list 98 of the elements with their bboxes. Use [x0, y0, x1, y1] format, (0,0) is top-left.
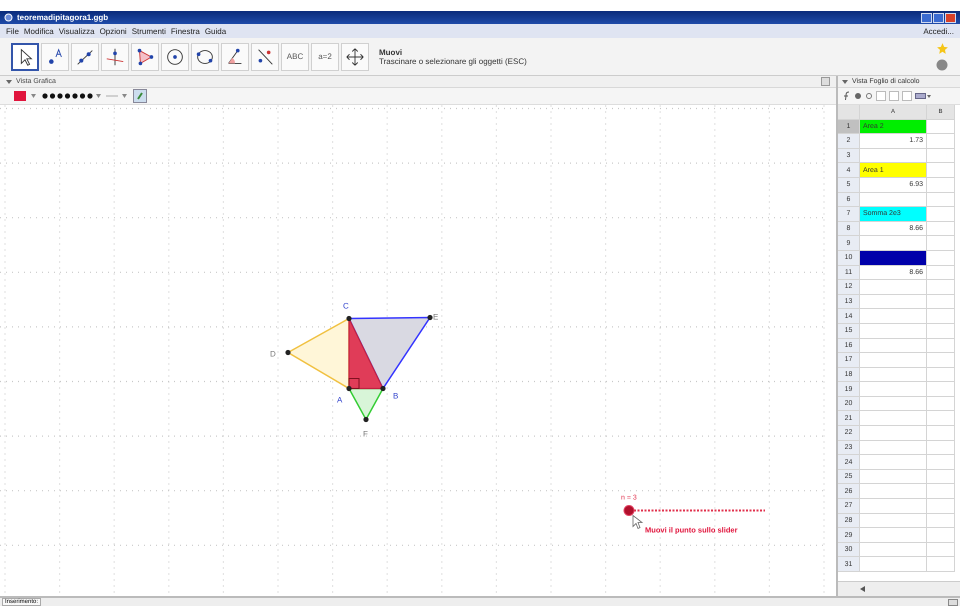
border-icon[interactable]: [915, 92, 931, 100]
close-icon[interactable]: [945, 12, 956, 22]
collapse-icon[interactable]: [6, 78, 12, 84]
corner-cell[interactable]: [838, 105, 860, 120]
menu-item[interactable]: Finestra: [170, 26, 200, 36]
table-cell: [860, 455, 927, 470]
color-swatch[interactable]: [14, 91, 26, 101]
table-cell: [860, 542, 927, 558]
table-cell: [860, 470, 927, 484]
table-cell: [927, 499, 955, 514]
point[interactable]: [346, 316, 352, 322]
table-cell: [927, 192, 955, 208]
table-cell: [927, 426, 955, 441]
table-cell: [927, 396, 955, 412]
dropdown-arrow-icon[interactable]: [31, 94, 36, 98]
table-cell: [927, 280, 955, 295]
table-cell: [927, 120, 955, 134]
tool-description: Trascinare o selezionare gli oggetti (ESC): [379, 56, 528, 66]
move-arrows-icon: [344, 46, 366, 68]
table-cell: [860, 294, 927, 310]
tool-button[interactable]: ABC: [281, 42, 309, 70]
collapse-icon[interactable]: [842, 78, 848, 84]
point[interactable]: [363, 416, 369, 422]
table-cell: [860, 338, 927, 354]
menu-item[interactable]: Visualizza: [58, 26, 95, 36]
table-cell: [927, 309, 955, 324]
table-cell: [927, 528, 955, 543]
right-angle-mark: [348, 378, 360, 389]
menu-item[interactable]: Opzioni: [100, 26, 127, 36]
label-style-icon[interactable]: [106, 93, 128, 99]
table-cell: [860, 324, 927, 338]
tool-button[interactable]: [11, 42, 39, 70]
table-cell: [927, 134, 955, 149]
table-cell: [927, 338, 955, 354]
point[interactable]: [346, 386, 352, 392]
table-cell: [927, 557, 955, 572]
table-cell: [927, 250, 955, 266]
point-label: B: [393, 392, 398, 400]
cursor-icon: [632, 514, 644, 530]
table-cell: [860, 514, 927, 528]
menu-item[interactable]: Guida: [204, 26, 226, 36]
table-cell: [927, 236, 955, 251]
table-cell: [860, 309, 927, 324]
table-cell: [860, 440, 927, 456]
point[interactable]: [285, 350, 291, 356]
window-title: teoremadipitagora1.ggb: [17, 13, 110, 22]
login-link[interactable]: Accedi...: [923, 26, 954, 36]
maximize-icon[interactable]: [933, 12, 944, 22]
menu-item[interactable]: Strumenti: [132, 26, 166, 36]
point-label: C: [343, 302, 349, 310]
table-cell: [860, 557, 927, 572]
table-cell: [927, 542, 955, 558]
slider-handle[interactable]: [624, 505, 634, 516]
table-cell: [927, 484, 955, 500]
menu-item[interactable]: File: [6, 26, 19, 36]
function-icon[interactable]: [842, 91, 851, 101]
table-cell: [927, 163, 955, 178]
table-cell: [860, 382, 927, 397]
table-cell: [860, 280, 927, 295]
table-cell: [927, 266, 955, 280]
table-cell: [927, 411, 955, 426]
menu-item[interactable]: Modifica: [24, 26, 54, 36]
table-cell: [927, 440, 955, 456]
table-cell: [860, 368, 927, 382]
table-cell: [860, 499, 927, 514]
app-icon: [4, 13, 13, 22]
table-cell: [860, 484, 927, 500]
table-cell: [927, 368, 955, 382]
table-cell: [927, 324, 955, 338]
table-cell: [860, 396, 927, 412]
table-cell: [927, 222, 955, 236]
pin-icon[interactable]: [133, 89, 147, 103]
point[interactable]: [380, 386, 386, 392]
table-cell: [927, 353, 955, 368]
table-cell: [860, 528, 927, 543]
keyboard-icon[interactable]: [948, 598, 958, 606]
table-cell: [927, 294, 955, 310]
scroll-left-icon[interactable]: [860, 586, 865, 592]
table-cell: [927, 470, 955, 484]
table-cell: [860, 426, 927, 441]
table-cell: [927, 382, 955, 397]
star-icon[interactable]: [936, 42, 949, 55]
table-cell: [927, 455, 955, 470]
tool-button[interactable]: a=2: [311, 42, 339, 70]
point-label: E: [433, 312, 438, 322]
table-cell: [927, 207, 955, 222]
minimize-icon[interactable]: [921, 12, 932, 22]
table-cell: [860, 411, 927, 426]
table-cell: [927, 178, 955, 193]
table-cell: [860, 353, 927, 368]
point-style-icon[interactable]: [41, 93, 101, 99]
point-label: F: [363, 430, 368, 438]
point[interactable]: [427, 314, 433, 320]
tool-name: Muovi: [379, 48, 404, 56]
point-label: D: [270, 350, 276, 358]
table-cell: [927, 148, 955, 164]
point-label: A: [337, 396, 342, 404]
table-cell: [927, 514, 955, 528]
